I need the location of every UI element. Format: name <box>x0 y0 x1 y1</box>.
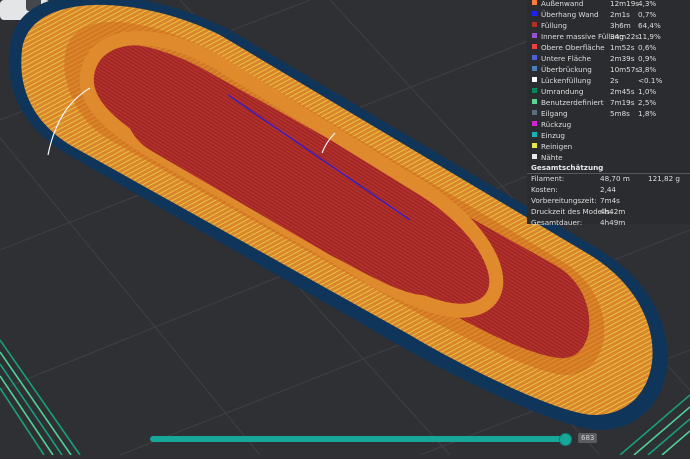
legend-color-swatch <box>532 154 537 159</box>
legend-label: Umrandung <box>541 87 584 96</box>
legend-row[interactable]: Eilgang 5m8s 1,8% <box>527 108 690 119</box>
summary-value: 4h42m <box>600 207 626 216</box>
legend-time: 2s <box>610 76 619 85</box>
legend-row[interactable]: Rückzug <box>527 119 690 130</box>
summary-key: Gesamtdauer: <box>531 218 583 227</box>
summary-key: Vorbereitungszeit: <box>531 196 597 205</box>
summary-key: Kosten: <box>531 185 558 194</box>
legend-color-swatch <box>532 11 537 16</box>
legend-color-swatch <box>532 66 537 71</box>
legend-color-swatch <box>532 77 537 82</box>
legend-row[interactable]: Untere Fläche 2m39s 0,9% <box>527 53 690 64</box>
legend-percent: 3,8% <box>638 65 657 74</box>
summary-prep-time: Vorbereitungszeit: 7m4s <box>527 195 690 206</box>
legend-color-swatch <box>532 22 537 27</box>
legend-label: Obere Oberfläche <box>541 43 605 52</box>
legend-row[interactable]: Lückenfüllung 2s <0.1% <box>527 75 690 86</box>
legend-label: Überbrückung <box>541 65 592 74</box>
summary-value: 48,70 m <box>600 174 630 183</box>
legend-label: Außenwand <box>541 0 584 8</box>
legend-row[interactable]: Benutzerdefiniert 7m19s 2,5% <box>527 97 690 108</box>
legend-row[interactable]: Innere massive Füllung 34m22s 11,9% <box>527 31 690 42</box>
legend-color-swatch <box>532 55 537 60</box>
legend-time: 7m19s <box>610 98 635 107</box>
summary-total-time: Gesamtdauer: 4h49m <box>527 217 690 228</box>
legend-label: Rückzug <box>541 120 572 129</box>
legend-color-swatch <box>532 132 537 137</box>
legend-label: Benutzerdefiniert <box>541 98 604 107</box>
legend-time: 12m19s <box>610 0 640 8</box>
legend-row[interactable]: Einzug <box>527 130 690 141</box>
legend-panel: Außenwand 12m19s 4,3% Überhang Wand 2m1s 0,7%… <box>527 0 690 227</box>
legend-color-swatch <box>532 121 537 126</box>
legend-percent: 11,9% <box>638 32 661 41</box>
legend-row[interactable]: Umrandung 2m45s 1,0% <box>527 86 690 97</box>
legend-percent: 1,0% <box>638 87 657 96</box>
legend-percent: 0,9% <box>638 54 657 63</box>
legend-row[interactable]: Reinigen <box>527 141 690 152</box>
legend-row[interactable]: Obere Oberfläche 1m52s 0,6% <box>527 42 690 53</box>
legend-color-swatch <box>532 33 537 38</box>
legend-time: 10m57s <box>610 65 640 74</box>
legend-row[interactable]: Füllung 3h6m 64,4% <box>527 20 690 31</box>
legend-color-swatch <box>532 99 537 104</box>
legend-label: Einzug <box>541 131 565 140</box>
legend-label: Reinigen <box>541 142 573 151</box>
legend-time: 1m52s <box>610 43 635 52</box>
legend-color-swatch <box>532 110 537 115</box>
layer-slider-track[interactable] <box>150 436 572 442</box>
summary-filament: Filament: 48,70 m 121,82 g <box>527 173 690 184</box>
legend-percent: 64,4% <box>638 21 661 30</box>
legend-row[interactable]: Überbrückung 10m57s 3,8% <box>527 64 690 75</box>
summary-value: 4h49m <box>600 218 626 227</box>
legend-label: Untere Fläche <box>541 54 592 63</box>
legend-percent: <0.1% <box>638 76 663 85</box>
summary-value: 2,44 <box>600 185 617 194</box>
legend-label: Überhang Wand <box>541 10 599 19</box>
legend-color-swatch <box>532 143 537 148</box>
legend-percent: 1,8% <box>638 109 657 118</box>
legend-color-swatch <box>532 88 537 93</box>
legend-label: Lückenfüllung <box>541 76 592 85</box>
legend-color-swatch <box>532 44 537 49</box>
legend-percent: 2,5% <box>638 98 657 107</box>
summary-value-secondary: 121,82 g <box>648 174 680 183</box>
legend-row[interactable]: Überhang Wand 2m1s 0,7% <box>527 9 690 20</box>
summary-title: Gesamtschätzung <box>531 163 604 172</box>
layer-slider-value: 683 <box>578 433 598 443</box>
summary-value: 7m4s <box>600 196 620 205</box>
legend-row[interactable]: Außenwand 12m19s 4,3% <box>527 0 690 9</box>
legend-percent: 4,3% <box>638 0 657 8</box>
skirt-lines-left <box>0 339 81 456</box>
legend-time: 2m45s <box>610 87 635 96</box>
legend-time: 5m8s <box>610 109 630 118</box>
legend-percent: 0,6% <box>638 43 657 52</box>
layer-slider-thumb[interactable] <box>559 433 572 446</box>
summary-model-time: Druckzeit des Modells: 4h42m <box>527 206 690 217</box>
legend-time: 2m39s <box>610 54 635 63</box>
legend-label: Füllung <box>541 21 567 30</box>
summary-key: Filament: <box>531 174 565 183</box>
legend-time: 3h6m <box>610 21 631 30</box>
legend-color-swatch <box>532 0 537 5</box>
legend-label: Nähte <box>541 153 563 162</box>
summary-cost: Kosten: 2,44 <box>527 184 690 195</box>
legend-label: Eilgang <box>541 109 568 118</box>
legend-percent: 0,7% <box>638 10 657 19</box>
legend-time: 34m22s <box>610 32 640 41</box>
legend-time: 2m1s <box>610 10 630 19</box>
